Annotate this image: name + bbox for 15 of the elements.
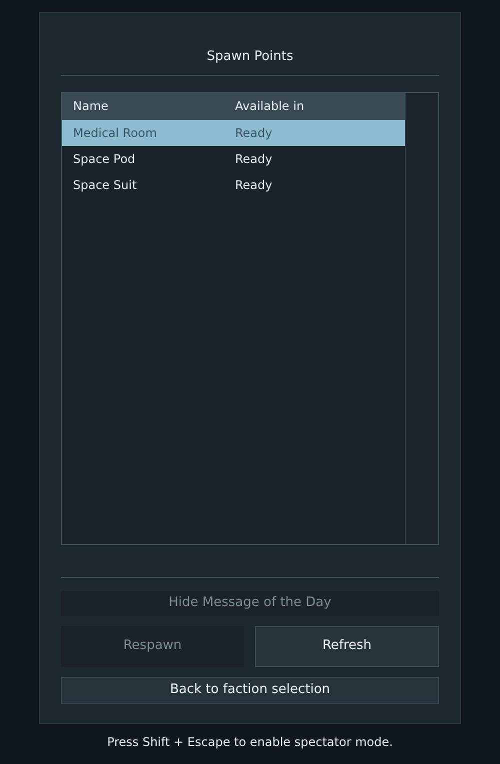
refresh-button[interactable]: Refresh [255,626,439,666]
spawn-point-name: Medical Room [72,124,158,142]
spawn-point-name: Space Suit [72,176,138,194]
column-header[interactable]: Available in [235,97,405,115]
spectator-hint: Press Shift + Escape to enable spectator mode. [107,734,393,751]
availability-cell-text: Ready [235,150,272,168]
spawn-point-row[interactable]: Space Suit Ready [62,172,405,198]
spawn-point-name: Space Pod [72,150,136,168]
back-to-faction-button[interactable]: Back to faction selection [61,676,439,704]
window-title: Spawn Points [206,48,294,66]
spawn-point-row[interactable]: Space Pod Ready [62,146,405,172]
column-header[interactable]: Name [62,97,235,115]
spawn-point-row[interactable]: Medical Room Ready [62,120,405,146]
availability-cell-text: Ready [235,124,272,142]
availability-cell-text: Ready [235,176,272,194]
